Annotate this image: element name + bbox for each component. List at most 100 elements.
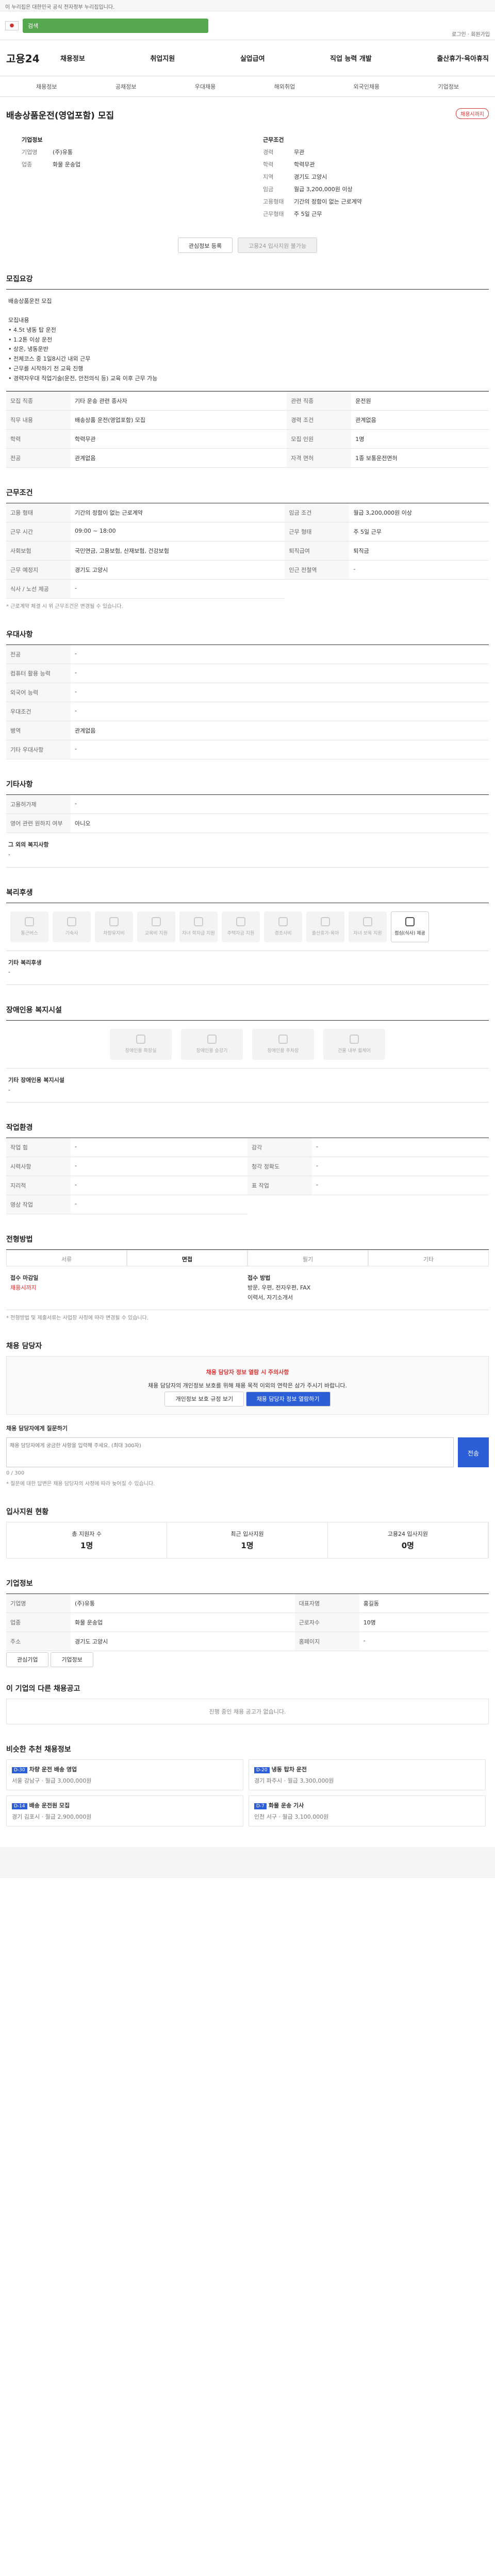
sub-nav-item[interactable]: 우대채용 [195, 82, 216, 91]
status-value: 1명 [80, 1541, 93, 1551]
sub-nav-item[interactable]: 기업정보 [438, 82, 459, 91]
card-salary: 월급 3,100,000원 [282, 1814, 329, 1821]
welfare-label: 교육비 지원 [144, 931, 168, 937]
disabled-item: 장애인용 승강기 [181, 1028, 243, 1060]
corp-heading: 기업정보 [6, 1580, 33, 1588]
welfare-label: 자녀 학자금 지원 [182, 931, 215, 937]
facility-icon [207, 1035, 217, 1044]
flag-icon: ● [5, 21, 19, 30]
privacy-button[interactable]: 개인정보 보호 규정 보기 [164, 1392, 244, 1407]
welfare-item: 경조사비 [264, 911, 302, 942]
row-label: 우대조건 [6, 702, 71, 722]
corp-info-button[interactable]: 기업정보 [51, 1652, 93, 1668]
row-label: 병역 [6, 721, 71, 741]
recommend-card[interactable]: D-14 배송 운전원 모집 경기 김포시 · 월급 2,900,000원 [6, 1795, 243, 1827]
status-badge: 채용시까지 [456, 108, 489, 119]
dday-badge: D-14 [12, 1803, 27, 1810]
row-label: 사회보험 [6, 541, 71, 561]
nav-item[interactable]: 취업지원 [150, 53, 175, 63]
qna-input[interactable] [6, 1437, 454, 1468]
recommend-card[interactable]: D-30 차량 운전 배송 영업 서울 강남구 · 월급 3,000,000원 [6, 1759, 243, 1791]
row-label: 영어 관련 원하지 여부 [6, 814, 71, 834]
apply-docs: 이력서, 자기소개서 [248, 1294, 293, 1301]
card-location: 서울 강남구 [12, 1777, 40, 1785]
row-label: 직무 내용 [6, 410, 71, 430]
footer [0, 1847, 495, 1878]
row-value: 기간의 정함이 없는 근로계약 [71, 503, 285, 523]
row-label: 외국어 능력 [6, 683, 71, 703]
nav-item[interactable]: 실업급여 [240, 53, 265, 63]
facility-icon [136, 1035, 145, 1044]
recommend-card[interactable]: D-20 냉동 탑차 운전 경기 파주시 · 월급 3,300,000원 [249, 1759, 486, 1791]
sub-nav-item[interactable]: 외국인채용 [354, 82, 380, 91]
summary-label: 임금 [263, 186, 274, 193]
row-value: - [71, 702, 489, 722]
status-value: 0명 [401, 1541, 414, 1551]
nav-item[interactable]: 직업 능력 개발 [330, 53, 372, 63]
summary-value: 경기도 고양시 [294, 174, 327, 180]
row-value: 화물 운송업 [71, 1613, 295, 1633]
row-label: 모집 직종 [6, 391, 71, 411]
qna-count: 0 / 300 [6, 1470, 25, 1477]
summary-label: 업종 [22, 161, 32, 168]
summary-value: 주 5일 근무 [294, 211, 322, 217]
nav-item[interactable]: 출산휴가·육아휴직 [437, 53, 489, 63]
disabled-other-heading: 기타 장애인용 복지시설 [8, 1076, 64, 1083]
welfare-label: 차량유지비 [103, 931, 125, 937]
status-cell: 고용24 입사지원 0명 [328, 1522, 488, 1558]
row-label: 근무 시간 [6, 522, 71, 542]
row-label: 근로자수 [294, 1613, 359, 1633]
view-contact-button[interactable]: 채용 담당자 정보 열람하기 [245, 1392, 331, 1407]
recommend-heading: 비슷한 추천 채용정보 [6, 1745, 71, 1754]
dday-badge: D-20 [254, 1767, 270, 1774]
welfare-icon [25, 917, 34, 927]
row-value: - [71, 579, 285, 599]
logo[interactable]: 고용24 [6, 50, 60, 65]
row-value: 홍길동 [359, 1594, 489, 1614]
row-label: 기타 우대사항 [6, 740, 71, 760]
welfare-icon [405, 917, 415, 927]
nav-item[interactable]: 채용정보 [60, 53, 85, 63]
row-value: - [71, 1138, 248, 1158]
apply-way-label: 접수 방법 [248, 1275, 271, 1282]
qna-note: * 질문에 대한 답변은 채용 담당자의 사정에 따라 늦어질 수 있습니다. [6, 1481, 155, 1487]
row-value: 운전원 [351, 391, 489, 411]
pref-heading: 우대사항 [6, 631, 33, 639]
auth-links[interactable]: 로그인 · 회원가입 [452, 30, 490, 40]
env-heading: 작업환경 [6, 1124, 33, 1132]
row-value: - [312, 1176, 489, 1196]
gov-header: ● 검색 로그인 · 회원가입 [0, 11, 495, 40]
pref-table: 전공 - 컴퓨터 활용 능력 - 외국어 능력 - 우대조건 - 병역 관계없음 기타 우대사항 - [6, 645, 489, 760]
summary-row: 학력 학력무관 [263, 160, 473, 168]
row-value: - [71, 664, 489, 684]
welfare-heading: 복리후생 [6, 888, 33, 897]
welfare-other: - [8, 969, 10, 976]
status-label: 최근 입사지원 [230, 1531, 264, 1538]
row-value: 퇴직금 [349, 541, 489, 561]
welfare-label: 통근버스 [21, 931, 38, 937]
sub-nav-item[interactable]: 해외취업 [274, 82, 295, 91]
row-value: - [349, 560, 489, 580]
welfare-icon [236, 917, 245, 927]
row-label: 퇴직급여 [285, 541, 350, 561]
welfare-label: 주택자금 지원 [227, 931, 255, 937]
recommend-card[interactable]: D-7 화물 운송 기사 인천 서구 · 월급 3,100,000원 [249, 1795, 486, 1827]
welfare-icon [67, 917, 76, 927]
sub-nav-item[interactable]: 채용정보 [36, 82, 57, 91]
search-input[interactable]: 검색 [23, 18, 208, 33]
sub-nav-item[interactable]: 공채정보 [116, 82, 136, 91]
welfare-icon [321, 917, 330, 927]
summary-label: 기업명 [22, 149, 38, 156]
method-option: 서류 [6, 1250, 127, 1267]
apply-button[interactable]: 고용24 입사지원 불가능 [238, 238, 318, 253]
fav-corp-button[interactable]: 관심기업 [6, 1652, 49, 1668]
disabled-item: 건물 내부 휠체어 [323, 1028, 385, 1060]
summary-row: 고용형태 기간의 정함이 없는 근로계약 [263, 197, 473, 206]
row-label: 고용허가제 [6, 794, 71, 815]
summary-row: 경력 무관 [263, 148, 473, 156]
disabled-item: 장애인용 화장실 [110, 1028, 172, 1060]
method-options: 서류 면접 필기 기타 [6, 1249, 489, 1267]
row-value: - [71, 1195, 248, 1215]
scrap-button[interactable]: 관심정보 등록 [177, 238, 233, 253]
send-button[interactable]: 전송 [458, 1437, 489, 1468]
